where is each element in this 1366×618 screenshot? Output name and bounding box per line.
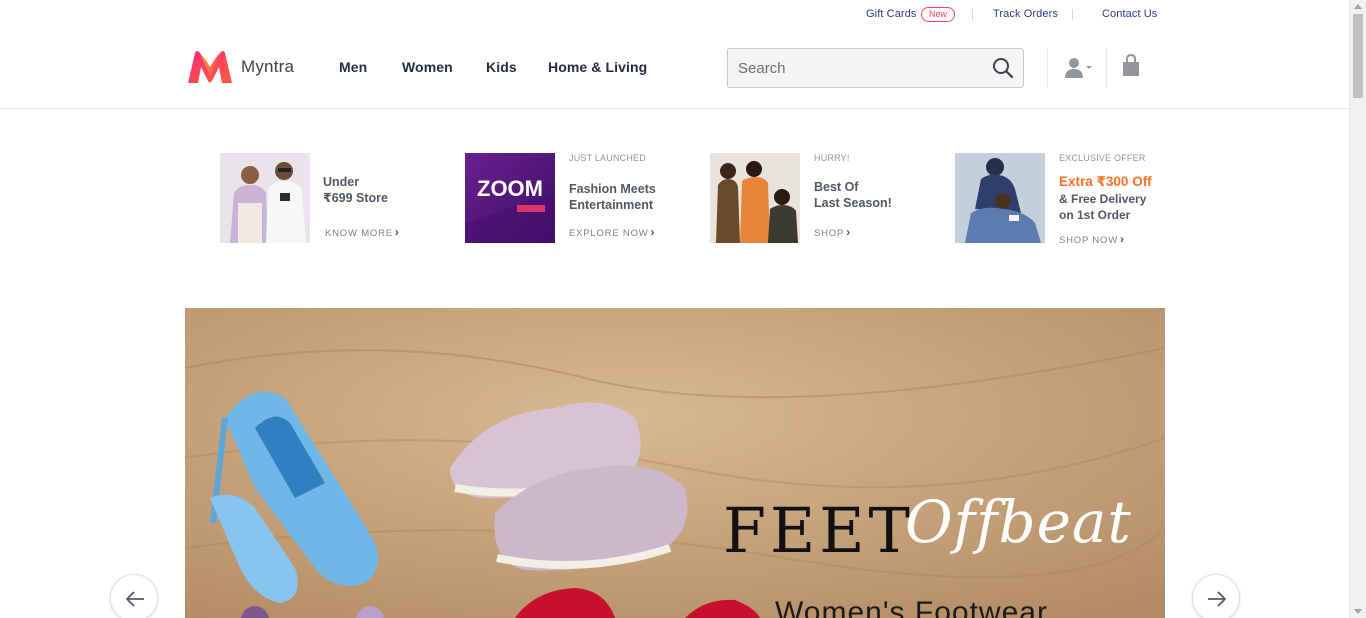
promo-title: ₹699 Store — [323, 191, 388, 205]
hero-banner[interactable]: FEET Offbeat Women's Footwear — [185, 308, 1165, 618]
header-divider — [1047, 48, 1048, 88]
utility-divider — [972, 9, 973, 20]
utility-bar: Gift Cards New Track Orders Contact Us — [0, 0, 1349, 30]
promo-title: on 1st Order — [1059, 208, 1131, 222]
shopping-bag-icon[interactable] — [1121, 54, 1141, 78]
myntra-logo-icon[interactable] — [186, 49, 234, 85]
banner-image-shoes — [185, 308, 1165, 618]
promo-image-zoom: ZOOM — [465, 153, 555, 243]
promo-tag: JUST LAUNCHED — [569, 153, 646, 163]
promo-exclusive-offer[interactable]: EXCLUSIVE OFFER Extra ₹300 Off & Free De… — [955, 153, 1165, 246]
nav-home-living[interactable]: Home & Living — [548, 59, 647, 75]
page-scrollbar[interactable] — [1349, 0, 1366, 618]
promo-last-season[interactable]: HURRY! Best Of Last Season! SHOP — [710, 153, 930, 245]
promo-highlight: Extra ₹300 Off — [1059, 174, 1152, 189]
promo-cta[interactable]: SHOP — [814, 225, 851, 239]
promo-cta[interactable]: KNOW MORE — [325, 225, 400, 239]
nav-women[interactable]: Women — [402, 59, 453, 75]
scroll-down-icon[interactable] — [1354, 609, 1362, 614]
utility-divider — [1072, 9, 1073, 20]
promo-title: Best Of — [814, 180, 859, 194]
nav-men[interactable]: Men — [339, 59, 367, 75]
promo-image-denim — [955, 153, 1045, 243]
promo-title: Entertainment — [569, 198, 654, 212]
promo-zoom[interactable]: ZOOM JUST LAUNCHED Fashion Meets Enterta… — [465, 153, 685, 245]
zoom-image-text: ZOOM — [477, 176, 543, 201]
gift-cards-link[interactable]: Gift Cards — [866, 8, 917, 20]
promo-tag: EXCLUSIVE OFFER — [1059, 153, 1146, 163]
promo-title: & Free Delivery — [1059, 192, 1147, 206]
promo-title: Under — [323, 175, 360, 189]
header-divider — [1106, 48, 1107, 88]
promo-title: Fashion Meets — [569, 182, 656, 196]
track-orders-link[interactable]: Track Orders — [993, 8, 1058, 20]
banner-heading: FEET — [723, 494, 914, 567]
scroll-thumb[interactable] — [1353, 14, 1363, 98]
arrow-left-icon — [125, 591, 144, 607]
promo-tag: HURRY! — [814, 153, 850, 163]
myntra-homepage: Gift Cards New Track Orders Contact Us M… — [0, 0, 1366, 618]
main-header: Myntra Men Women Kids Home & Living — [0, 30, 1349, 109]
scroll-up-icon[interactable] — [1354, 4, 1362, 9]
carousel-next-button[interactable] — [1192, 574, 1240, 618]
promo-title: Last Season! — [814, 196, 892, 210]
contact-us-link[interactable]: Contact Us — [1102, 8, 1157, 20]
promo-under-699[interactable]: Under ₹699 Store KNOW MORE — [220, 153, 440, 245]
carousel-prev-button[interactable] — [110, 574, 158, 618]
nav-kids[interactable]: Kids — [486, 59, 517, 75]
promo-cta[interactable]: SHOP NOW — [1059, 232, 1125, 246]
arrow-right-icon — [1208, 591, 1227, 607]
promo-image-group — [710, 153, 800, 243]
promo-cta[interactable]: EXPLORE NOW — [569, 225, 655, 239]
promo-image-couple — [220, 153, 310, 243]
new-badge: New — [921, 7, 956, 22]
search-input[interactable] — [728, 49, 978, 87]
search-box — [727, 48, 1024, 88]
brand-name[interactable]: Myntra — [241, 57, 294, 77]
user-profile-icon[interactable] — [1063, 56, 1093, 80]
banner-subheading: Women's Footwear — [775, 596, 1048, 618]
search-icon[interactable] — [992, 57, 1014, 79]
banner-script-text: Offbeat — [905, 488, 1132, 556]
